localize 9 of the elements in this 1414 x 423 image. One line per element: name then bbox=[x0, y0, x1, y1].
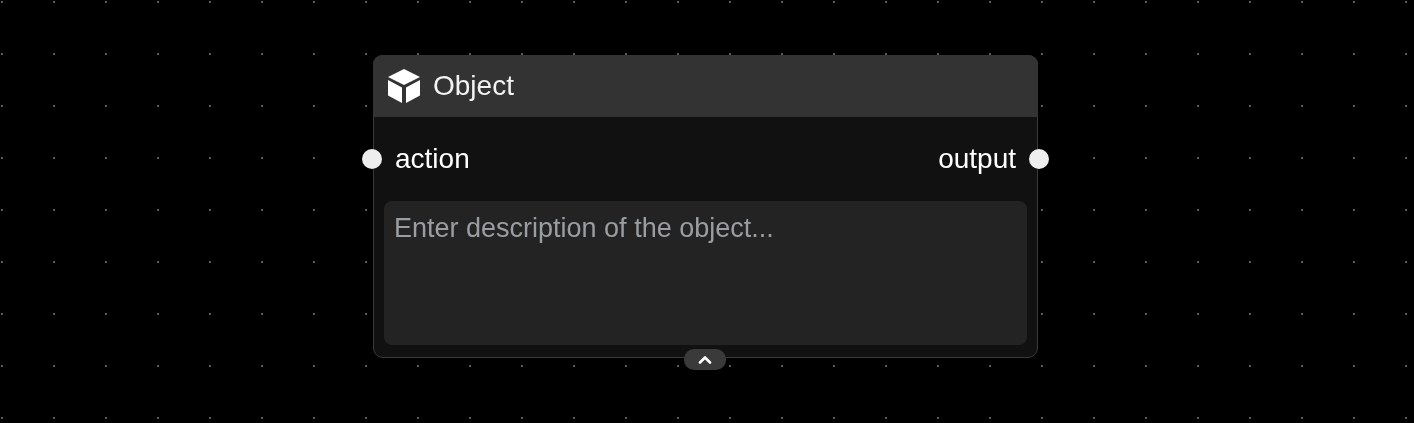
description-field[interactable]: Enter description of the object... bbox=[384, 201, 1027, 345]
cube-icon bbox=[387, 68, 421, 104]
node-title: Object bbox=[433, 70, 514, 102]
input-port[interactable] bbox=[362, 149, 382, 169]
port-label: output bbox=[938, 143, 1016, 174]
collapse-button[interactable] bbox=[684, 349, 726, 370]
port-label: action bbox=[395, 143, 470, 174]
output-port[interactable] bbox=[1029, 149, 1049, 169]
chevron-icon bbox=[698, 355, 712, 364]
